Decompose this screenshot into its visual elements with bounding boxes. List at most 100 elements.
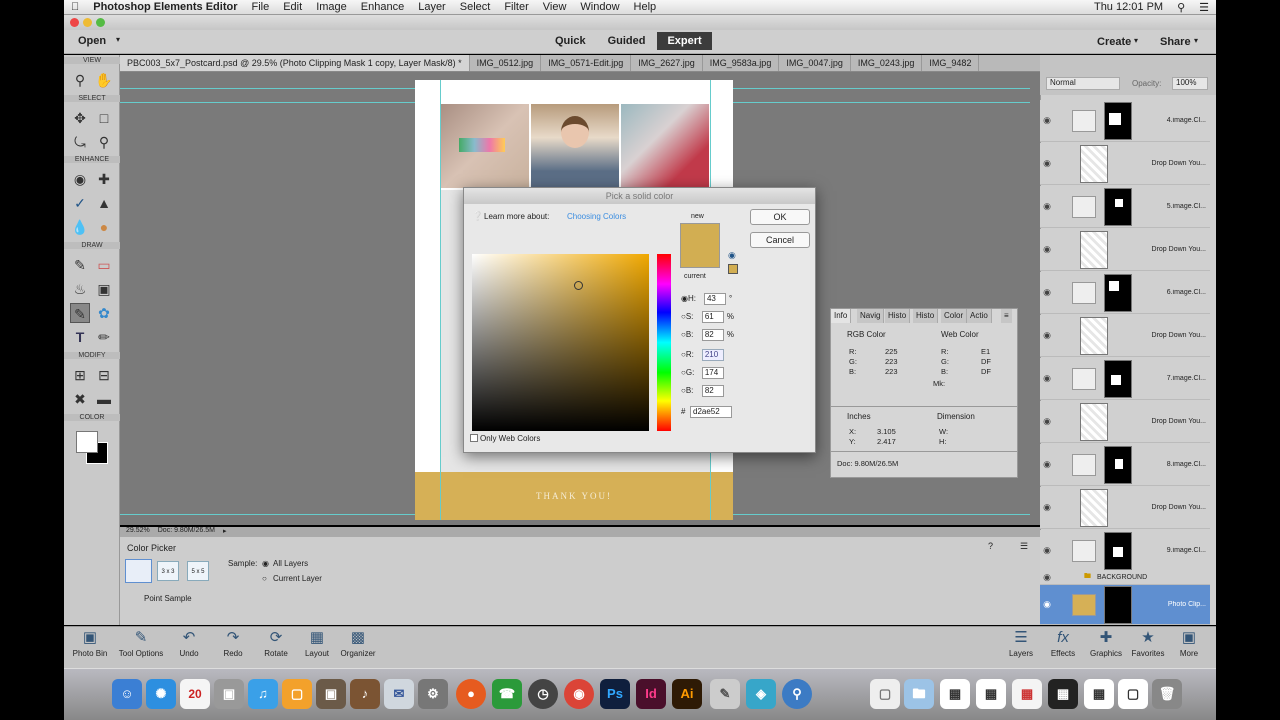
more-button[interactable]: ▣ More	[1174, 629, 1204, 658]
straighten-tool-icon[interactable]: ▬	[94, 389, 114, 409]
blend-mode-select[interactable]: Normal	[1046, 77, 1120, 90]
quicktime-icon[interactable]: ⚲	[782, 679, 812, 709]
hue-slider[interactable]	[657, 254, 671, 431]
menu-select[interactable]: Select	[460, 1, 491, 13]
help-icon[interactable]: ?	[988, 541, 993, 551]
radio-current-layer[interactable]: ○	[262, 574, 267, 583]
menu-filter[interactable]: Filter	[504, 1, 528, 13]
point-sample-button[interactable]	[125, 559, 152, 583]
search-icon[interactable]: ⚲	[1177, 1, 1185, 14]
eye-icon[interactable]: ◉	[1040, 158, 1054, 169]
web-color-swatch[interactable]	[728, 264, 738, 274]
crop-tool-icon[interactable]: ⊞	[70, 365, 90, 385]
terminal-icon[interactable]: ▢	[282, 679, 312, 709]
radio-all-layers[interactable]: ◉	[262, 559, 269, 568]
menu-layer[interactable]: Layer	[418, 1, 446, 13]
photoshop-icon[interactable]: Ps	[600, 679, 630, 709]
finder-icon[interactable]: ☺	[112, 679, 142, 709]
background-group-row[interactable]: ◉ 🖿 BACKGROUND	[1040, 570, 1210, 585]
web-mode-label[interactable]: Web Color	[941, 330, 979, 339]
tab-document[interactable]: IMG_0047.jpg	[779, 55, 851, 71]
brush-tool-icon[interactable]: ✎	[70, 255, 90, 275]
layer-row[interactable]: ◉ 7.image.Cl...	[1040, 358, 1210, 400]
redo-button[interactable]: ↷ Redo	[216, 629, 250, 658]
field-b-input[interactable]: 82	[701, 328, 724, 341]
tab-document[interactable]: IMG_0571-Edit.jpg	[541, 55, 632, 71]
menu-edit[interactable]: Edit	[283, 1, 302, 13]
photo-bin-button[interactable]: ▣ Photo Bin	[68, 629, 112, 658]
tab-histogram[interactable]: Histo	[885, 309, 911, 323]
layer-row[interactable]: ◉ Drop Down You...	[1040, 143, 1210, 185]
hex-input[interactable]: d2ae52	[690, 405, 732, 418]
window-thumb-icon[interactable]: ▦	[1048, 679, 1078, 709]
web-safe-icon[interactable]: ◉	[728, 250, 736, 261]
menu-view[interactable]: View	[543, 1, 567, 13]
ok-button[interactable]: OK	[750, 209, 810, 225]
app-store-icon[interactable]: ◈	[746, 679, 776, 709]
zoom-tool-icon[interactable]: ⚲	[70, 70, 90, 90]
recompose-tool-icon[interactable]: ⊟	[94, 365, 114, 385]
smart-brush-icon[interactable]: ✓	[70, 193, 90, 213]
sample-5x5-button[interactable]: 5 x 5	[187, 561, 209, 581]
eye-icon[interactable]: ◉	[1040, 502, 1054, 513]
healing-tool-icon[interactable]: ✚	[94, 169, 114, 189]
tool-options-button[interactable]: ✎ Tool Options	[114, 629, 168, 658]
menu-help[interactable]: Help	[634, 1, 657, 13]
field-g-input[interactable]: 174	[701, 366, 724, 379]
calendar-icon[interactable]: 20	[180, 679, 210, 709]
menu-window[interactable]: Window	[580, 1, 619, 13]
rgb-mode-label[interactable]: RGB Color	[847, 330, 886, 339]
indesign-icon[interactable]: Id	[636, 679, 666, 709]
window-thumb-icon[interactable]: ▢	[1118, 679, 1148, 709]
field-blue-input[interactable]: 82	[701, 384, 724, 397]
panel-menu-icon[interactable]: ☰	[1020, 541, 1028, 552]
zoom-window-button[interactable]	[96, 18, 105, 27]
choosing-colors-link[interactable]: Choosing Colors	[567, 212, 626, 221]
music-icon[interactable]: ♫	[248, 679, 278, 709]
sample-3x3-button[interactable]: 3 x 3	[157, 561, 179, 581]
menu-enhance[interactable]: Enhance	[361, 1, 404, 13]
firefox-icon[interactable]: ●	[456, 679, 486, 709]
cancel-button[interactable]: Cancel	[750, 232, 810, 248]
eye-icon[interactable]: ◉	[1040, 115, 1054, 126]
tab-info[interactable]: Info	[831, 309, 852, 323]
lasso-tool-icon[interactable]: ⤿	[70, 132, 90, 152]
preview-icon[interactable]: ▣	[316, 679, 346, 709]
type-tool-icon[interactable]: T	[70, 327, 90, 347]
settings-icon[interactable]: ⚙	[418, 679, 448, 709]
layers-button[interactable]: ☰ Layers	[1004, 629, 1038, 658]
opacity-input[interactable]: 100%	[1172, 77, 1208, 90]
window-thumb-icon[interactable]: ▦	[976, 679, 1006, 709]
window-thumb-icon[interactable]: ▦	[1012, 679, 1042, 709]
only-web-colors-checkbox[interactable]	[470, 434, 478, 442]
folder-icon[interactable]: 🖿	[904, 679, 934, 709]
layout-button[interactable]: ▦ Layout	[300, 629, 334, 658]
tab-document[interactable]: IMG_9583a.jpg	[703, 55, 780, 71]
mode-quick[interactable]: Quick	[545, 32, 596, 50]
app-name[interactable]: Photoshop Elements Editor	[93, 1, 237, 13]
layer-row[interactable]: ◉ Drop Down You...	[1040, 315, 1210, 357]
layer-row-selected[interactable]: ◉ Photo Clip...	[1040, 585, 1210, 625]
share-button[interactable]: Share	[1160, 36, 1191, 48]
quick-select-icon[interactable]: ⚲	[94, 132, 114, 152]
tab-document[interactable]: IMG_9482	[922, 55, 980, 71]
mode-guided[interactable]: Guided	[598, 32, 656, 50]
eraser-tool-icon[interactable]: ▭	[94, 255, 114, 275]
eyedropper-tool-icon[interactable]: ✎	[70, 303, 90, 323]
window-thumb-icon[interactable]: ▦	[940, 679, 970, 709]
messages-icon[interactable]: ☎	[492, 679, 522, 709]
layer-row[interactable]: ◉ 6.image.Cl...	[1040, 272, 1210, 314]
tab-document[interactable]: PBC003_5x7_Postcard.psd @ 29.5% (Photo C…	[120, 55, 470, 71]
rotate-button[interactable]: ⟳ Rotate	[258, 629, 294, 658]
eye-icon[interactable]: ◉	[1040, 330, 1054, 341]
eye-icon[interactable]: ◉	[1040, 373, 1054, 384]
tab-document[interactable]: IMG_0512.jpg	[470, 55, 542, 71]
favorites-button[interactable]: ★ Favorites	[1128, 629, 1168, 658]
layer-row[interactable]: ◉ 9.image.Cl...	[1040, 530, 1210, 572]
close-window-button[interactable]	[70, 18, 79, 27]
chrome-icon[interactable]: ◉	[564, 679, 594, 709]
blur-tool-icon[interactable]: 💧	[70, 217, 90, 237]
layer-row[interactable]: ◉ Drop Down You...	[1040, 487, 1210, 529]
trash-icon[interactable]: 🗑	[1152, 679, 1182, 709]
clone-stamp-icon[interactable]: ▲	[94, 193, 114, 213]
